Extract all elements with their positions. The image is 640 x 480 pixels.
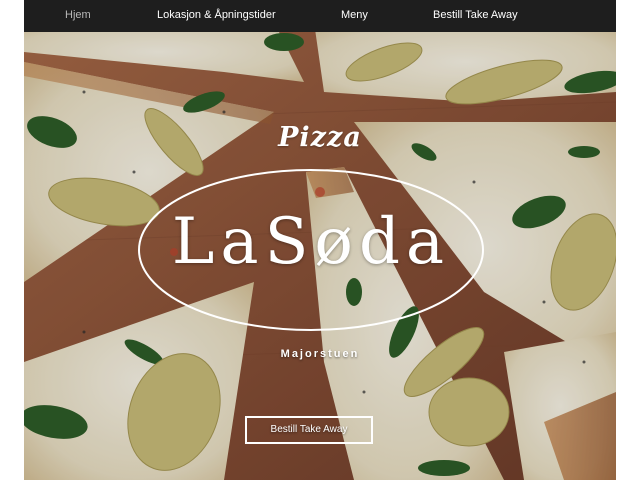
hero-section: Pizza LaSøda Majorstuen Bestill Take Awa…: [24, 32, 616, 480]
logo-restaurant-name: LaSøda: [171, 205, 451, 279]
nav-link-bestill-take-away[interactable]: Bestill Take Away: [433, 0, 518, 32]
location-label: Majorstuen: [280, 348, 360, 360]
nav-link-hjem[interactable]: Hjem: [65, 0, 91, 32]
logo-subtitle-pizza: Pizza: [278, 122, 362, 153]
top-navigation-bar: Hjem Lokasjon & Åpningstider Meny Bestil…: [24, 0, 616, 32]
nav-link-lokasjon[interactable]: Lokasjon & Åpningstider: [157, 0, 276, 32]
order-take-away-button[interactable]: Bestill Take Away: [245, 416, 373, 444]
nav-link-meny[interactable]: Meny: [341, 0, 368, 32]
